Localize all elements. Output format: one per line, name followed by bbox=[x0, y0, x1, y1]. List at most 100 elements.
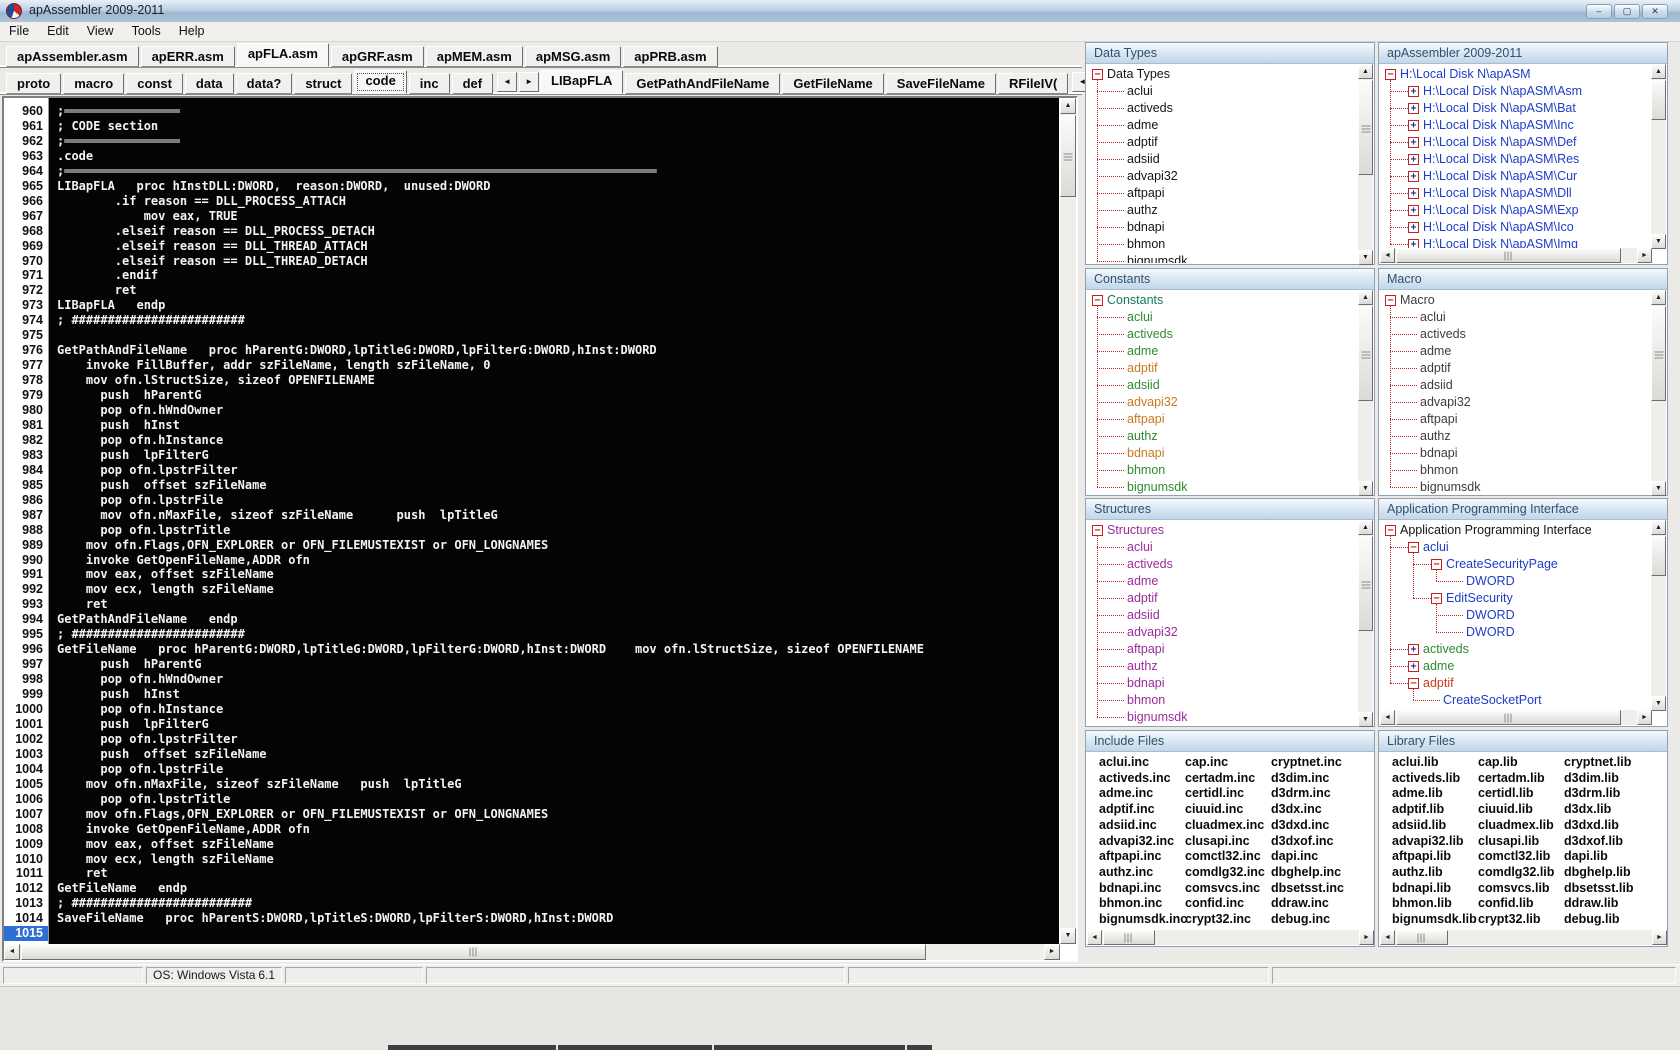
file-item[interactable]: crypt32.lib bbox=[1478, 912, 1541, 926]
tree-item[interactable]: bhmon bbox=[1127, 462, 1165, 479]
vscroll-thumb[interactable] bbox=[1651, 536, 1666, 576]
proc-tab-getpathandfilename[interactable]: GetPathAndFileName bbox=[625, 73, 781, 94]
file-item[interactable]: d3dim.inc bbox=[1271, 771, 1329, 785]
file-item[interactable]: dbghelp.inc bbox=[1271, 865, 1341, 879]
scroll-right-icon[interactable]: ► bbox=[1637, 248, 1652, 263]
menu-help[interactable]: Help bbox=[170, 22, 214, 41]
file-item[interactable]: d3dxof.lib bbox=[1564, 834, 1623, 848]
hscroll-thumb[interactable] bbox=[1396, 710, 1621, 725]
panel-vscrollbar[interactable]: ▲ ▼ bbox=[1358, 290, 1373, 496]
collapse-icon[interactable]: − bbox=[1408, 542, 1419, 553]
scroll-down-icon[interactable]: ▼ bbox=[1358, 481, 1373, 496]
scroll-left-icon[interactable]: ◄ bbox=[1087, 930, 1102, 945]
file-item[interactable]: confid.lib bbox=[1478, 896, 1534, 910]
expand-icon[interactable]: + bbox=[1408, 644, 1419, 655]
constants-tree[interactable]: − Constants aclui activeds adme adptif adsiid a… bbox=[1087, 290, 1373, 494]
file-item[interactable]: cryptnet.inc bbox=[1271, 755, 1342, 769]
tree-item[interactable]: Application Programming Interface bbox=[1400, 522, 1592, 539]
file-tab-apmem-asm[interactable]: apMEM.asm bbox=[425, 46, 523, 67]
file-item[interactable]: adptif.inc bbox=[1099, 802, 1155, 816]
panel-vscrollbar[interactable]: ▲ ▼ bbox=[1358, 64, 1373, 265]
tree-item[interactable]: aclui bbox=[1127, 539, 1153, 556]
tree-item[interactable]: Structures bbox=[1107, 522, 1164, 539]
scroll-down-icon[interactable]: ▼ bbox=[1060, 928, 1076, 944]
menu-edit[interactable]: Edit bbox=[38, 22, 78, 41]
file-item[interactable]: d3dxd.lib bbox=[1564, 818, 1619, 832]
vscroll-thumb[interactable] bbox=[1358, 306, 1373, 401]
tree-item[interactable]: advapi32 bbox=[1127, 394, 1178, 411]
tree-item[interactable]: bhmon bbox=[1127, 692, 1165, 709]
file-item[interactable]: adme.lib bbox=[1392, 786, 1443, 800]
section-tab-data-[interactable]: data? bbox=[235, 73, 293, 94]
tree-item[interactable]: aftpapi bbox=[1127, 185, 1165, 202]
tree-item[interactable]: EditSecurity bbox=[1446, 590, 1513, 607]
expand-icon[interactable]: + bbox=[1408, 137, 1419, 148]
file-item[interactable]: certadm.inc bbox=[1185, 771, 1255, 785]
collapse-icon[interactable]: − bbox=[1408, 678, 1419, 689]
file-item[interactable]: d3dxd.inc bbox=[1271, 818, 1329, 832]
file-item[interactable]: comdlg32.lib bbox=[1478, 865, 1554, 879]
scroll-up-icon[interactable]: ▲ bbox=[1651, 290, 1666, 305]
panel-vscrollbar[interactable]: ▲ ▼ bbox=[1651, 290, 1666, 496]
file-item[interactable]: d3drm.inc bbox=[1271, 786, 1331, 800]
code-area[interactable]: ;════════════════; CODE section ;════════… bbox=[49, 98, 1059, 944]
collapse-icon[interactable]: − bbox=[1431, 559, 1442, 570]
file-item[interactable]: activeds.inc bbox=[1099, 771, 1171, 785]
file-item[interactable]: bdnapi.inc bbox=[1099, 881, 1162, 895]
tree-item[interactable]: H:\Local Disk N\apASM bbox=[1400, 66, 1531, 83]
file-tab-apfla-asm[interactable]: apFLA.asm bbox=[236, 43, 329, 67]
tree-item[interactable]: authz bbox=[1420, 428, 1451, 445]
project-tree[interactable]: − H:\Local Disk N\apASM + H:\Local Disk N\a… bbox=[1380, 64, 1666, 263]
panel-hscrollbar[interactable]: ◄ ► bbox=[1380, 930, 1667, 945]
file-item[interactable]: debug.lib bbox=[1564, 912, 1620, 926]
tree-item[interactable]: H:\Local Disk N\apASM\Dll bbox=[1423, 185, 1572, 202]
tree-item[interactable]: adptif bbox=[1420, 360, 1451, 377]
scroll-left-icon[interactable]: ◄ bbox=[4, 944, 20, 960]
file-item[interactable]: d3dim.lib bbox=[1564, 771, 1619, 785]
file-item[interactable]: comdlg32.inc bbox=[1185, 865, 1265, 879]
file-item[interactable]: authz.lib bbox=[1392, 865, 1443, 879]
tab-scroll-left-icon[interactable]: ◄ bbox=[497, 72, 518, 92]
tree-item[interactable]: adsiid bbox=[1420, 377, 1453, 394]
scroll-up-icon[interactable]: ▲ bbox=[1358, 64, 1373, 79]
section-tab-def[interactable]: def bbox=[451, 73, 494, 94]
file-item[interactable]: dapi.lib bbox=[1564, 849, 1608, 863]
file-item[interactable]: bhmon.lib bbox=[1392, 896, 1452, 910]
file-item[interactable]: comsvcs.lib bbox=[1478, 881, 1550, 895]
file-tab-apmsg-asm[interactable]: apMSG.asm bbox=[524, 46, 622, 67]
expand-icon[interactable]: + bbox=[1408, 154, 1419, 165]
file-item[interactable]: debug.inc bbox=[1271, 912, 1330, 926]
file-item[interactable]: clusapi.lib bbox=[1478, 834, 1539, 848]
file-item[interactable]: cap.lib bbox=[1478, 755, 1518, 769]
tree-item[interactable]: adme bbox=[1127, 343, 1158, 360]
file-item[interactable]: advapi32.inc bbox=[1099, 834, 1174, 848]
tree-item[interactable]: bdnapi bbox=[1420, 445, 1458, 462]
file-item[interactable]: adptif.lib bbox=[1392, 802, 1444, 816]
scroll-down-icon[interactable]: ▼ bbox=[1651, 481, 1666, 496]
menu-tools[interactable]: Tools bbox=[123, 22, 170, 41]
scroll-right-icon[interactable]: ► bbox=[1044, 944, 1060, 960]
collapse-icon[interactable]: − bbox=[1431, 593, 1442, 604]
tree-item[interactable]: adme bbox=[1423, 658, 1454, 675]
tree-item[interactable]: adme bbox=[1420, 343, 1451, 360]
file-item[interactable]: comctl32.lib bbox=[1478, 849, 1550, 863]
file-item[interactable]: dbsetsst.lib bbox=[1564, 881, 1633, 895]
scroll-right-icon[interactable]: ► bbox=[1652, 930, 1667, 945]
tree-item[interactable]: bignumsdk bbox=[1127, 253, 1187, 263]
proc-tab-getfilename[interactable]: GetFileName bbox=[782, 73, 884, 94]
file-item[interactable]: dbsetsst.inc bbox=[1271, 881, 1344, 895]
file-item[interactable]: comctl32.inc bbox=[1185, 849, 1261, 863]
section-tab-struct[interactable]: struct bbox=[294, 73, 353, 94]
collapse-icon[interactable]: − bbox=[1385, 525, 1396, 536]
tree-item[interactable]: adptif bbox=[1127, 360, 1158, 377]
file-item[interactable]: confid.inc bbox=[1185, 896, 1244, 910]
tree-item[interactable]: bdnapi bbox=[1127, 219, 1165, 236]
tree-item[interactable]: H:\Local Disk N\apASM\Inc bbox=[1423, 117, 1574, 134]
file-item[interactable]: crypt32.inc bbox=[1185, 912, 1251, 926]
section-tab-macro[interactable]: macro bbox=[63, 73, 125, 94]
file-item[interactable]: adsiid.inc bbox=[1099, 818, 1157, 832]
file-item[interactable]: bignumsdk.lib bbox=[1392, 912, 1477, 926]
file-item[interactable]: clusapi.inc bbox=[1185, 834, 1250, 848]
file-item[interactable]: certidl.inc bbox=[1185, 786, 1244, 800]
hscroll-thumb[interactable] bbox=[1396, 248, 1621, 263]
